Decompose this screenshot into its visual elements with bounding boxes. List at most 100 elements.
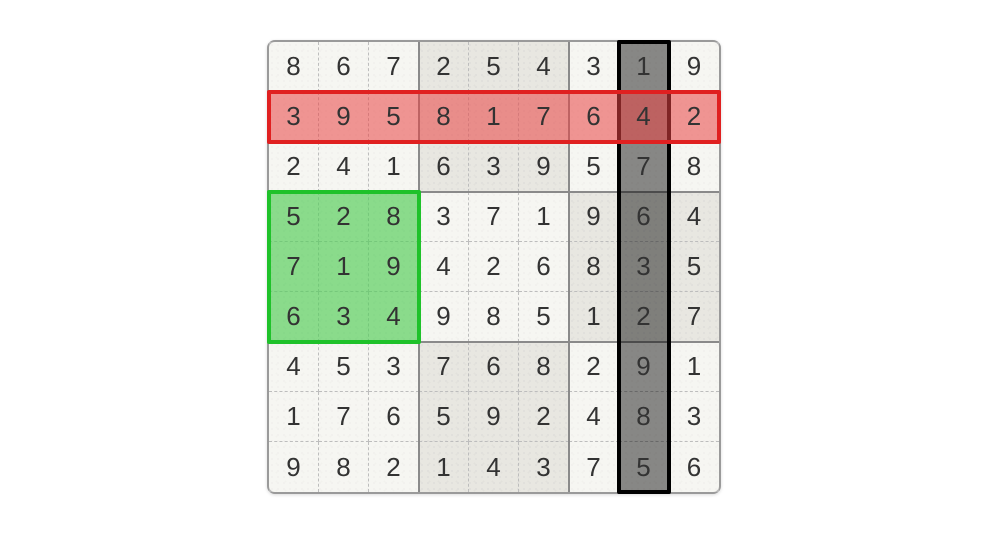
cell-r6-c3[interactable]: 7: [419, 342, 469, 392]
cell-value: 2: [536, 401, 550, 432]
cell-value: 6: [536, 251, 550, 282]
cell-r7-c1[interactable]: 7: [319, 392, 369, 442]
cell-r7-c8[interactable]: 3: [669, 392, 719, 442]
cell-r5-c8[interactable]: 7: [669, 292, 719, 342]
cell-r7-c3[interactable]: 5: [419, 392, 469, 442]
cell-value: 4: [536, 51, 550, 82]
cell-r7-c5[interactable]: 2: [519, 392, 569, 442]
cell-r7-c0[interactable]: 1: [269, 392, 319, 442]
cell-r2-c1[interactable]: 4: [319, 142, 369, 192]
cell-r0-c4[interactable]: 5: [469, 42, 519, 92]
cell-r6-c7[interactable]: 9: [619, 342, 669, 392]
cell-value: 5: [636, 452, 650, 483]
cell-r8-c5[interactable]: 3: [519, 442, 569, 492]
cell-r8-c0[interactable]: 9: [269, 442, 319, 492]
cell-r1-c2[interactable]: 5: [369, 92, 419, 142]
cell-r0-c3[interactable]: 2: [419, 42, 469, 92]
cell-r4-c2[interactable]: 9: [369, 242, 419, 292]
cell-r0-c6[interactable]: 3: [569, 42, 619, 92]
cell-r3-c3[interactable]: 3: [419, 192, 469, 242]
cell-r1-c6[interactable]: 6: [569, 92, 619, 142]
cell-value: 1: [286, 401, 300, 432]
cell-r5-c6[interactable]: 1: [569, 292, 619, 342]
cell-r1-c5[interactable]: 7: [519, 92, 569, 142]
cell-r4-c1[interactable]: 1: [319, 242, 369, 292]
cell-r0-c8[interactable]: 9: [669, 42, 719, 92]
cell-r2-c6[interactable]: 5: [569, 142, 619, 192]
cell-r3-c1[interactable]: 2: [319, 192, 369, 242]
cell-r5-c3[interactable]: 9: [419, 292, 469, 342]
cell-r1-c3[interactable]: 8: [419, 92, 469, 142]
cell-value: 5: [336, 351, 350, 382]
cell-r0-c7[interactable]: 1: [619, 42, 669, 92]
cell-r6-c2[interactable]: 3: [369, 342, 419, 392]
cell-r0-c5[interactable]: 4: [519, 42, 569, 92]
cell-r8-c1[interactable]: 8: [319, 442, 369, 492]
cell-r2-c7[interactable]: 7: [619, 142, 669, 192]
cell-value: 9: [336, 101, 350, 132]
cell-r8-c3[interactable]: 1: [419, 442, 469, 492]
cell-r1-c8[interactable]: 2: [669, 92, 719, 142]
cell-r4-c7[interactable]: 3: [619, 242, 669, 292]
cell-r1-c0[interactable]: 3: [269, 92, 319, 142]
cell-r8-c2[interactable]: 2: [369, 442, 419, 492]
cell-r5-c7[interactable]: 2: [619, 292, 669, 342]
cell-r8-c4[interactable]: 4: [469, 442, 519, 492]
cell-r2-c0[interactable]: 2: [269, 142, 319, 192]
cell-value: 7: [586, 452, 600, 483]
cell-r6-c4[interactable]: 6: [469, 342, 519, 392]
cell-r6-c8[interactable]: 1: [669, 342, 719, 392]
cell-r6-c1[interactable]: 5: [319, 342, 369, 392]
cell-r4-c3[interactable]: 4: [419, 242, 469, 292]
cell-r6-c0[interactable]: 4: [269, 342, 319, 392]
cell-r4-c4[interactable]: 2: [469, 242, 519, 292]
cell-r8-c7[interactable]: 5: [619, 442, 669, 492]
cell-r7-c2[interactable]: 6: [369, 392, 419, 442]
cell-r7-c4[interactable]: 9: [469, 392, 519, 442]
cell-r1-c7[interactable]: 4: [619, 92, 669, 142]
cell-r3-c8[interactable]: 4: [669, 192, 719, 242]
cell-value: 8: [636, 401, 650, 432]
cell-r7-c7[interactable]: 8: [619, 392, 669, 442]
cell-r8-c6[interactable]: 7: [569, 442, 619, 492]
cell-r8-c8[interactable]: 6: [669, 442, 719, 492]
cell-value: 1: [486, 101, 500, 132]
cell-r3-c2[interactable]: 8: [369, 192, 419, 242]
cell-value: 1: [436, 452, 450, 483]
cell-r0-c0[interactable]: 8: [269, 42, 319, 92]
cell-r2-c4[interactable]: 3: [469, 142, 519, 192]
cell-r4-c8[interactable]: 5: [669, 242, 719, 292]
cell-r5-c2[interactable]: 4: [369, 292, 419, 342]
cell-r5-c1[interactable]: 3: [319, 292, 369, 342]
cell-value: 7: [687, 301, 701, 332]
cell-r3-c7[interactable]: 6: [619, 192, 669, 242]
cell-r2-c3[interactable]: 6: [419, 142, 469, 192]
cell-r0-c2[interactable]: 7: [369, 42, 419, 92]
cell-r3-c0[interactable]: 5: [269, 192, 319, 242]
cell-r5-c4[interactable]: 8: [469, 292, 519, 342]
cell-r6-c5[interactable]: 8: [519, 342, 569, 392]
cell-r1-c1[interactable]: 9: [319, 92, 369, 142]
cell-r5-c0[interactable]: 6: [269, 292, 319, 342]
cell-r0-c1[interactable]: 6: [319, 42, 369, 92]
cell-r1-c4[interactable]: 1: [469, 92, 519, 142]
cell-r5-c5[interactable]: 5: [519, 292, 569, 342]
cell-value: 2: [687, 101, 701, 132]
cell-r2-c2[interactable]: 1: [369, 142, 419, 192]
cell-r2-c8[interactable]: 8: [669, 142, 719, 192]
cell-r4-c5[interactable]: 6: [519, 242, 569, 292]
cell-r2-c5[interactable]: 9: [519, 142, 569, 192]
cell-value: 1: [636, 51, 650, 82]
cell-r3-c6[interactable]: 9: [569, 192, 619, 242]
cell-r3-c4[interactable]: 7: [469, 192, 519, 242]
cell-value: 7: [286, 251, 300, 282]
cell-r6-c6[interactable]: 2: [569, 342, 619, 392]
cell-value: 8: [586, 251, 600, 282]
cell-value: 6: [636, 201, 650, 232]
cell-r4-c0[interactable]: 7: [269, 242, 319, 292]
cell-value: 2: [436, 51, 450, 82]
cell-value: 6: [687, 452, 701, 483]
cell-r4-c6[interactable]: 8: [569, 242, 619, 292]
cell-r7-c6[interactable]: 4: [569, 392, 619, 442]
cell-r3-c5[interactable]: 1: [519, 192, 569, 242]
